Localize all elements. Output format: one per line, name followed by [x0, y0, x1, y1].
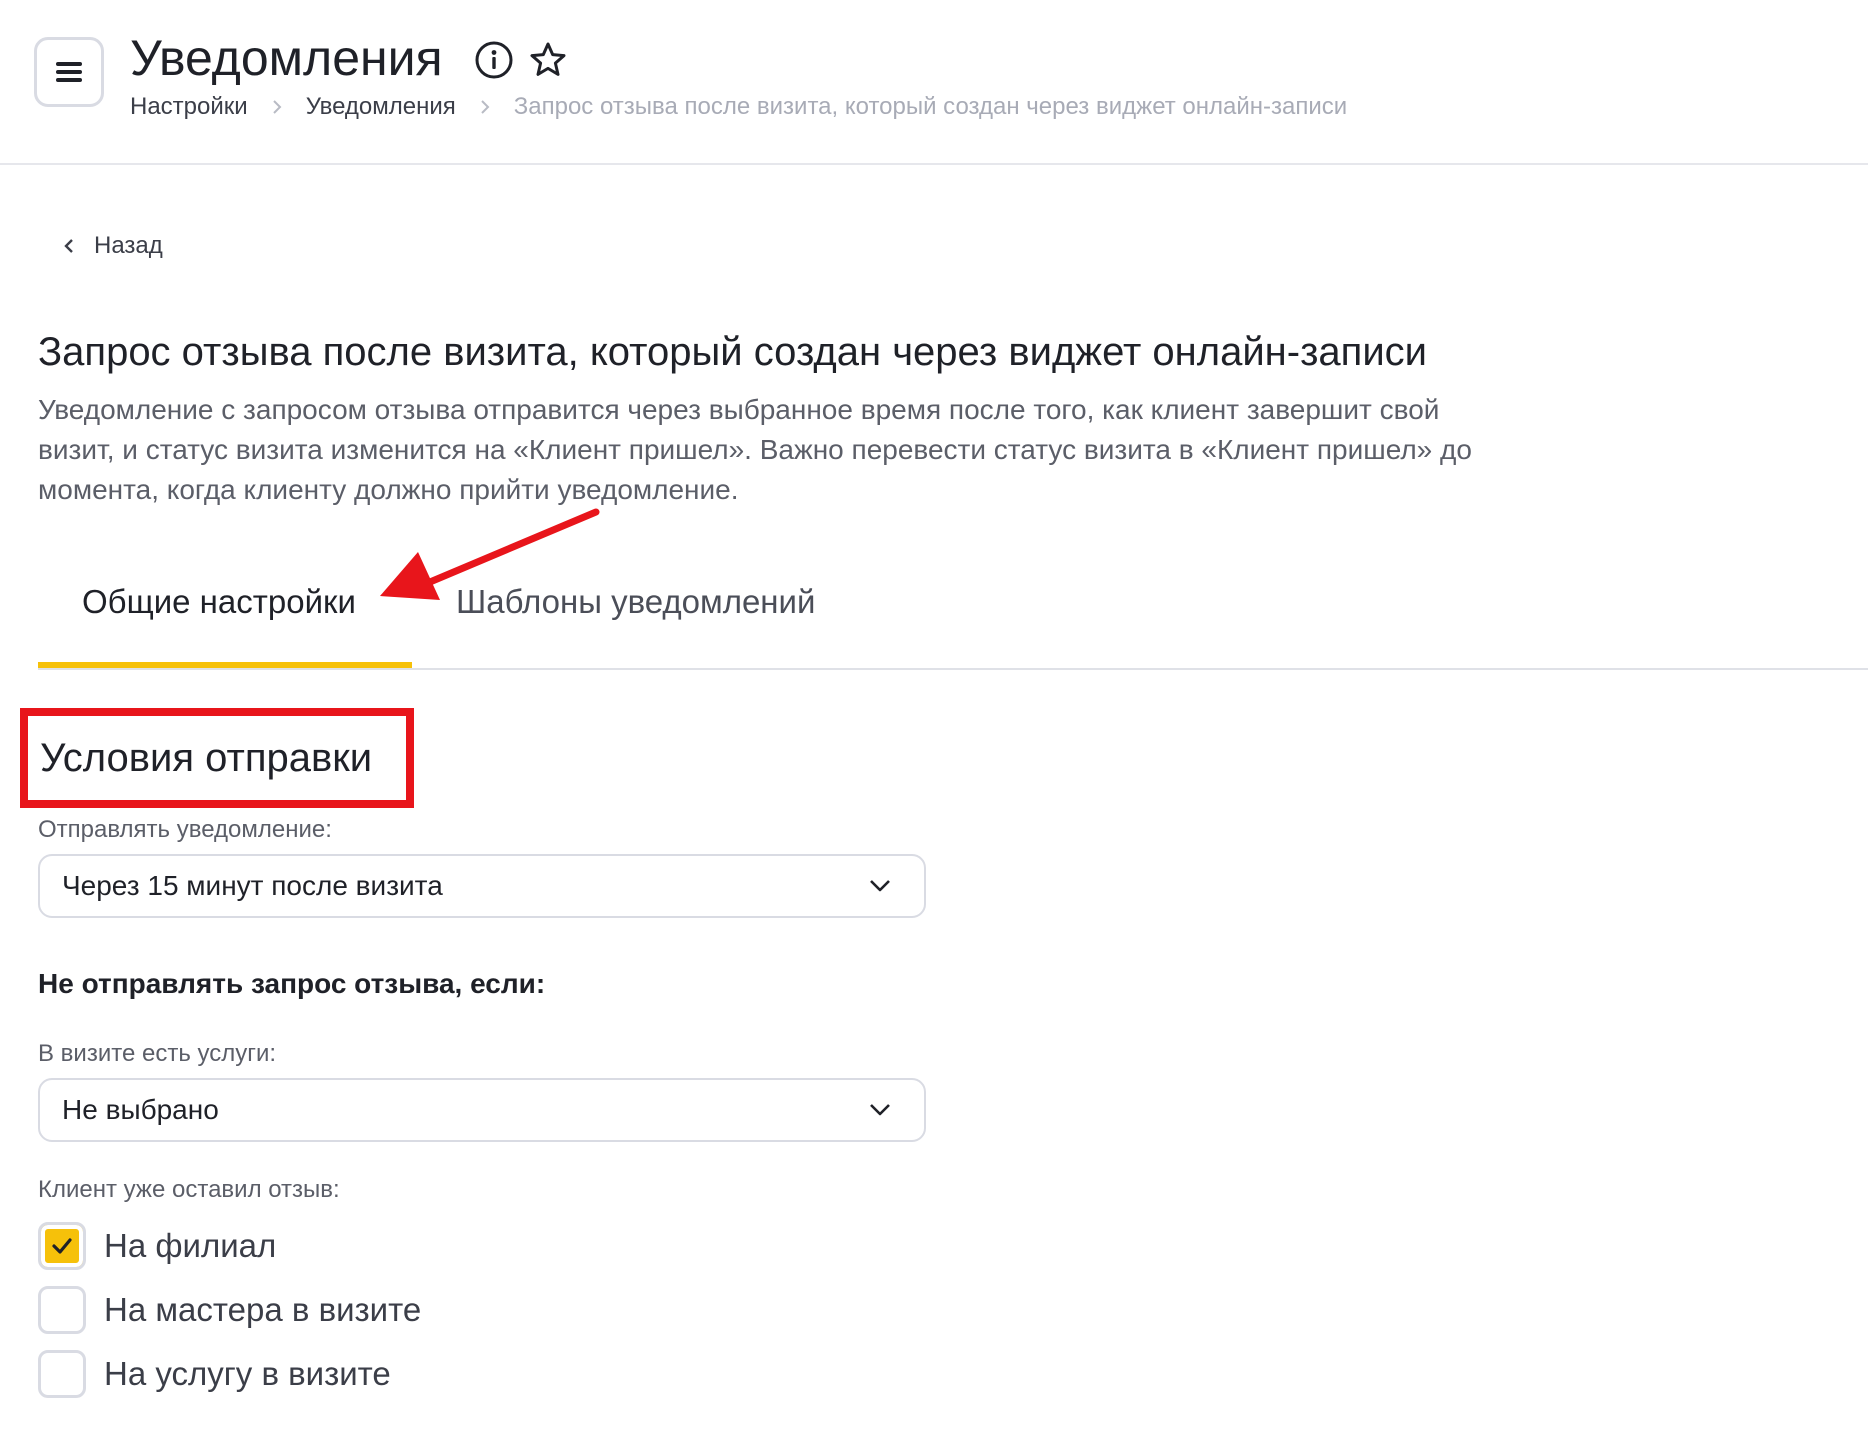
tab-general-settings[interactable]: Общие настройки [82, 580, 356, 624]
info-icon[interactable] [474, 40, 514, 80]
exclude-heading: Не отправлять запрос отзыва, если: [38, 968, 546, 999]
review-option-service[interactable]: На услугу в визите [38, 1350, 391, 1398]
tabs-divider [38, 668, 1868, 670]
checkbox-label: На услугу в визите [104, 1355, 391, 1392]
menu-button[interactable] [34, 37, 104, 107]
chevron-right-icon [481, 100, 490, 114]
checkbox-service[interactable] [38, 1350, 86, 1398]
send-time-value: Через 15 минут после визита [62, 870, 443, 901]
checkbox-master[interactable] [38, 1286, 86, 1334]
menu-icon [56, 62, 82, 82]
services-label: В визите есть услуги: [38, 1040, 277, 1067]
send-label: Отправлять уведомление: [38, 816, 332, 843]
page-title: Уведомления [130, 30, 443, 86]
back-label: Назад [94, 232, 163, 259]
review-option-master[interactable]: На мастера в визите [38, 1286, 421, 1334]
star-icon[interactable] [528, 40, 568, 80]
breadcrumb-item-current: Запрос отзыва после визита, который созд… [513, 93, 1348, 120]
annotation-arrow [380, 508, 600, 600]
review-label: Клиент уже оставил отзыв: [38, 1176, 340, 1203]
services-select[interactable]: Не выбрано [38, 1078, 926, 1142]
header-divider [0, 163, 1868, 165]
notification-heading: Запрос отзыва после визита, который созд… [38, 330, 1428, 374]
notification-description: Уведомление с запросом отзыва отправится… [38, 394, 1472, 505]
checkbox-branch[interactable] [38, 1222, 86, 1270]
section-title: Условия отправки [40, 736, 373, 780]
breadcrumb: Настройки Уведомления Запрос отзыва посл… [130, 92, 1347, 122]
chevron-right-icon [272, 100, 282, 114]
checkmark-icon [52, 1238, 72, 1254]
breadcrumb-item-notifications[interactable]: Уведомления [306, 93, 456, 121]
breadcrumb-item-settings[interactable]: Настройки [130, 93, 248, 121]
chevron-down-icon [870, 1104, 890, 1116]
chevron-left-icon [64, 239, 73, 253]
back-link[interactable]: Назад [62, 232, 163, 260]
services-value: Не выбрано [62, 1094, 219, 1125]
send-time-select[interactable]: Через 15 минут после визита [38, 854, 926, 918]
review-option-branch[interactable]: На филиал [38, 1222, 276, 1270]
checkbox-label: На филиал [104, 1227, 277, 1264]
chevron-down-icon [870, 880, 890, 892]
checkbox-label: На мастера в визите [104, 1291, 422, 1328]
